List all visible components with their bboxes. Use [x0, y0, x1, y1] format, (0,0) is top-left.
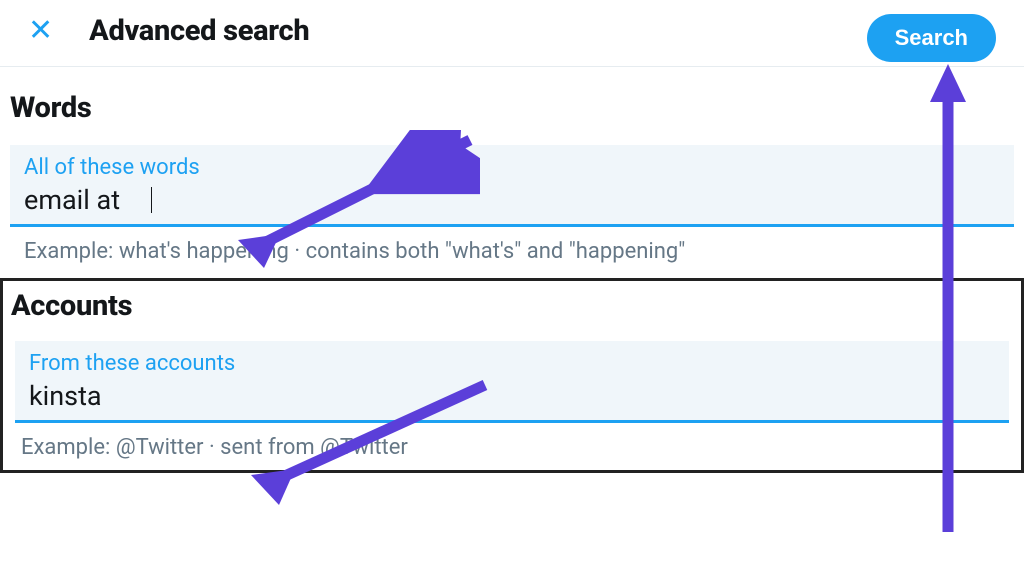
accounts-section-frame: Accounts From these accounts Example: @T… [0, 278, 1024, 473]
all-words-input[interactable] [24, 184, 150, 216]
from-accounts-label: From these accounts [29, 351, 995, 376]
modal-header: ✕ Advanced search Search [0, 0, 1024, 67]
words-section: Words All of these words Example: what's… [0, 67, 1024, 268]
all-words-hint: Example: what's happening · contains bot… [10, 227, 1014, 268]
search-button[interactable]: Search [867, 14, 996, 62]
words-section-title: Words [10, 67, 1014, 137]
text-cursor [151, 187, 152, 213]
all-words-field[interactable]: All of these words [10, 145, 1014, 227]
accounts-section-title: Accounts [3, 281, 1021, 333]
page-title: Advanced search [89, 14, 309, 48]
all-words-label: All of these words [24, 155, 1000, 180]
from-accounts-field[interactable]: From these accounts [15, 341, 1009, 423]
close-icon[interactable]: ✕ [28, 16, 53, 46]
from-accounts-hint: Example: @Twitter · sent from @Twitter [3, 423, 1021, 464]
from-accounts-input[interactable] [29, 380, 995, 412]
